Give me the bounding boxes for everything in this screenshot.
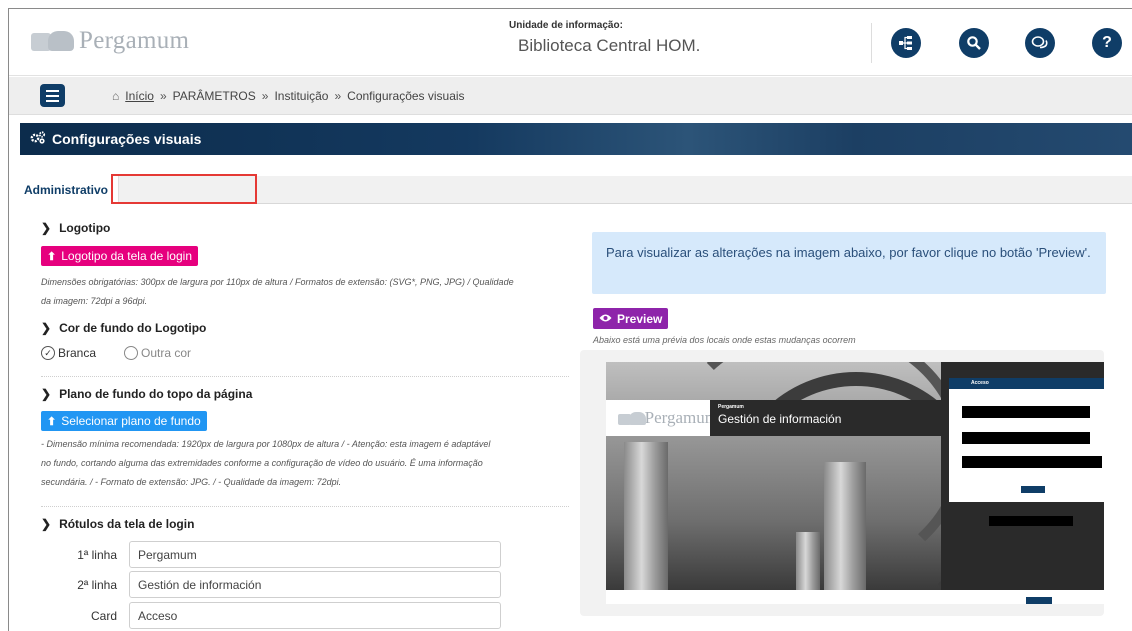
section-cor-fundo[interactable]: ❯ Cor de fundo do Logotipo — [41, 321, 206, 335]
column-shape — [624, 442, 668, 590]
chevron-right-icon: ❯ — [41, 517, 52, 531]
background-requirements-note: - Dimensão mínima recomendada: 1920px de… — [41, 435, 490, 492]
preview-card-title: Acceso — [949, 378, 1104, 389]
preview-username-field — [962, 406, 1090, 418]
chevron-right-icon: ❯ — [41, 387, 52, 401]
section-rotulos-label: Rótulos da tela de login — [59, 517, 195, 531]
card-input[interactable] — [129, 602, 501, 629]
header-divider — [871, 23, 872, 63]
pergamum-logo[interactable]: Pergamum — [31, 27, 189, 55]
search-icon[interactable] — [959, 28, 989, 58]
gears-icon — [30, 131, 46, 147]
section-logotipo-label: Logotipo — [59, 221, 111, 235]
unit-label: Unidade de informação: — [509, 20, 623, 31]
note-line: Dimensões obrigatórias: 300px de largura… — [41, 277, 514, 287]
preview-password-field — [962, 432, 1090, 444]
top-header: Pergamum Unidade de informação: Bibliote… — [9, 9, 1132, 76]
radio-outra-cor-label[interactable]: Outra cor — [141, 346, 191, 360]
line1-label: 1ª linha — [77, 547, 117, 562]
tab-administrativo[interactable]: Administrativo — [20, 176, 120, 204]
line2-input[interactable] — [129, 571, 501, 598]
hamburger-menu-button[interactable] — [40, 84, 65, 107]
radio-outra-cor[interactable] — [124, 346, 139, 360]
logo-dimensions-note: Dimensões obrigatórias: 300px de largura… — [41, 273, 514, 311]
field-row-line1: 1ª linha — [49, 541, 501, 568]
help-icon[interactable]: ? — [1092, 28, 1122, 58]
tab-empty-highlighted[interactable] — [111, 174, 257, 204]
breadcrumb-bar: ⌂ Início » PARÂMETROS » Instituição » Co… — [9, 77, 1132, 115]
breadcrumb-home-link[interactable]: Início — [125, 89, 154, 103]
section-plano-fundo[interactable]: ❯ Plano de fundo do topo da página — [41, 387, 252, 401]
sitemap-icon[interactable] — [891, 28, 921, 58]
logo-mark-icon — [31, 29, 75, 53]
preview-login-button — [1021, 486, 1045, 493]
line2-label: 2ª linha — [77, 577, 117, 592]
breadcrumb-item-parametros: PARÂMETROS — [172, 89, 256, 103]
divider — [41, 376, 569, 377]
upload-login-logo-button[interactable]: ⬆ Logotipo da tela de login — [41, 246, 198, 266]
preview-footer-button — [1026, 597, 1052, 604]
select-background-button[interactable]: ⬆ Selecionar plano de fundo — [41, 411, 207, 431]
eye-icon — [599, 312, 612, 326]
note-line: no fundo, cortando alguma das extremidad… — [41, 458, 483, 468]
unit-name: Biblioteca Central HOM. — [518, 36, 701, 55]
logo-text: Pergamum — [79, 27, 190, 54]
preview-note: Abaixo está uma prévia dos locais onde e… — [593, 335, 856, 345]
note-line: secundária. / - Formato de extensão: JPG… — [41, 477, 342, 487]
breadcrumb-separator: » — [159, 89, 167, 103]
radio-branca-label[interactable]: Branca — [58, 346, 96, 360]
chat-icon[interactable] — [1025, 28, 1055, 58]
field-row-line2: 2ª linha — [49, 571, 501, 598]
column-shape — [824, 462, 866, 590]
preview-logo-text: Pergamum — [644, 408, 718, 427]
card-label: Card — [90, 608, 117, 623]
line1-input[interactable] — [129, 541, 501, 568]
help-glyph: ? — [1102, 34, 1112, 51]
breadcrumb-separator: » — [261, 89, 269, 103]
logo-bg-color-radio-group: ✓ Branca Outra cor — [41, 346, 191, 360]
chevron-right-icon: ❯ — [41, 221, 52, 235]
login-preview-panel: Pergamum Pergamum Gestión de información… — [580, 350, 1104, 616]
select-background-label: Selecionar plano de fundo — [61, 414, 201, 428]
section-logotipo[interactable]: ❯ Logotipo — [41, 221, 110, 235]
breadcrumb: ⌂ Início » PARÂMETROS » Instituição » Co… — [112, 89, 465, 103]
preview-logo-mark-icon — [618, 411, 646, 426]
note-line: da imagem: 72dpi a 96dpi. — [41, 296, 148, 306]
upload-icon: ⬆ — [47, 250, 57, 263]
page-title: Configurações visuais — [52, 131, 202, 147]
column-shape — [796, 532, 820, 590]
upload-icon: ⬆ — [47, 415, 57, 428]
preview-button-label: Preview — [617, 311, 663, 326]
radio-branca[interactable]: ✓ — [41, 346, 55, 360]
breadcrumb-item-current: Configurações visuais — [347, 89, 465, 103]
section-plano-fundo-label: Plano de fundo do topo da página — [59, 387, 253, 401]
preview-link-bar — [989, 516, 1073, 526]
preview-extra-field — [962, 456, 1102, 468]
preview-logo-box: Pergamum — [606, 400, 718, 436]
app-window: Pergamum Unidade de informação: Bibliote… — [8, 8, 1132, 631]
field-row-card: Card — [49, 602, 501, 629]
preview-info-alert: Para visualizar as alterações na imagem … — [592, 232, 1106, 294]
note-line: - Dimensão mínima recomendada: 1920px de… — [41, 439, 491, 449]
home-icon[interactable]: ⌂ — [112, 89, 119, 103]
preview-title-strip: Pergamum Gestión de información — [710, 400, 941, 436]
preview-line1: Pergamum — [718, 404, 744, 410]
divider — [41, 506, 569, 507]
preview-button[interactable]: Preview — [593, 308, 669, 329]
breadcrumb-separator: » — [334, 89, 342, 103]
breadcrumb-item-instituicao: Instituição — [274, 89, 329, 103]
page-title-banner: Configurações visuais — [20, 123, 1132, 155]
chevron-right-icon: ❯ — [41, 321, 52, 335]
preview-line2: Gestión de información — [718, 412, 842, 426]
login-preview-screen: Pergamum Pergamum Gestión de información… — [606, 362, 1104, 590]
section-rotulos[interactable]: ❯ Rótulos da tela de login — [41, 517, 194, 531]
section-cor-fundo-label: Cor de fundo do Logotipo — [59, 321, 207, 335]
upload-login-logo-label: Logotipo da tela de login — [61, 249, 192, 263]
